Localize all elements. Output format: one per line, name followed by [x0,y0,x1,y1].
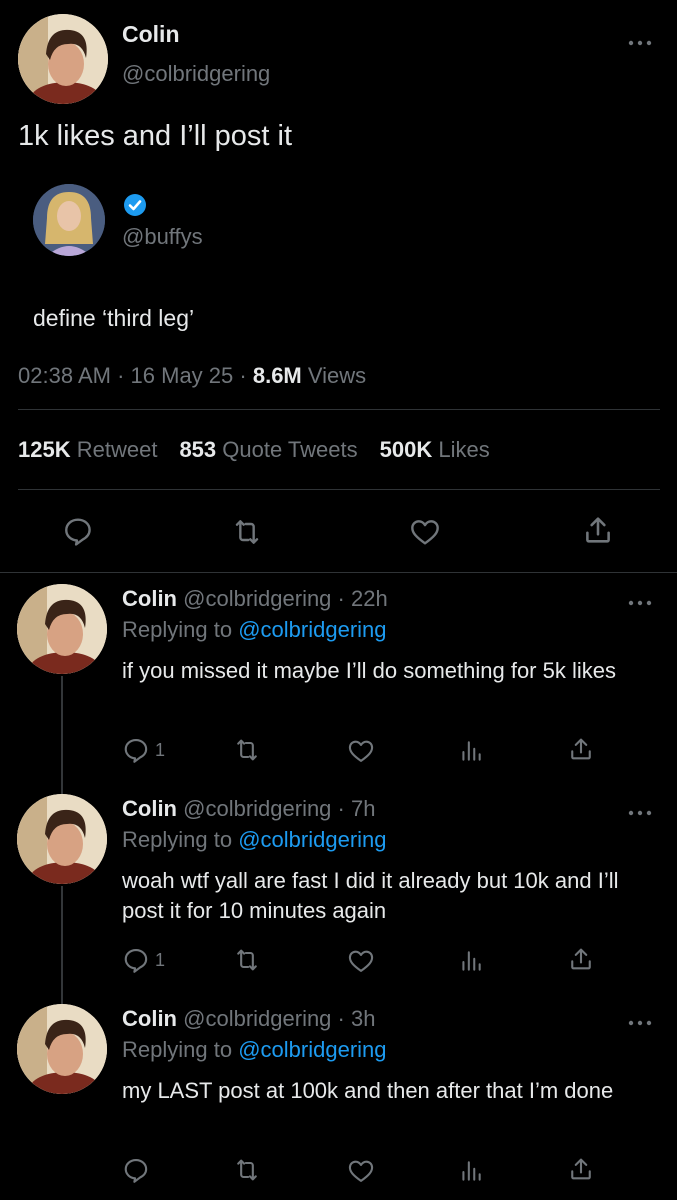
author-name[interactable]: Colin [122,1006,177,1031]
share-icon[interactable] [567,1155,595,1183]
reply-time[interactable]: 3h [351,1006,375,1031]
views-label[interactable]: Views [308,363,366,388]
meta-separator: · [337,1006,345,1031]
quoted-text: define ‘third leg’ [33,305,195,331]
more-options-icon[interactable] [628,36,652,47]
share-icon[interactable] [567,735,595,763]
replying-to: Replying to @colbridgering [122,827,387,853]
reply-count: 1 [155,950,166,970]
author-avatar[interactable] [17,584,107,674]
meta-separator: · [337,796,345,821]
author-avatar[interactable] [18,14,108,104]
retweets-count: 125K [18,437,71,462]
quotes-count: 853 [179,437,217,462]
replying-to-label: Replying to [122,617,233,642]
tweet-stats: 125K Retweet 853 Quote Tweets 500K Likes [18,437,490,463]
heart-icon[interactable] [408,516,442,548]
reply-icon[interactable] [122,736,150,764]
quoted-avatar[interactable] [33,184,105,256]
reply-time[interactable]: 7h [351,796,375,821]
reply-icon[interactable] [62,515,94,547]
views-icon[interactable] [458,737,484,765]
replying-to-handle[interactable]: @colbridgering [238,1037,386,1062]
tweet-text: 1k likes and I’ll post it [18,120,293,152]
meta-separator: · [239,363,247,388]
more-options-icon[interactable] [628,1016,652,1027]
heart-icon[interactable] [346,947,376,975]
likes-stat[interactable]: 500K Likes [380,437,490,462]
reply-text: woah wtf yall are fast I did it already … [122,868,619,923]
thread-connector [61,676,63,794]
retweets-label: Retweet [76,437,158,462]
quoted-handle[interactable]: @buffys [122,224,203,250]
reply-text: my LAST post at 100k and then after that… [122,1078,614,1103]
thread-connector [61,886,63,1004]
retweet-icon[interactable] [232,1156,262,1184]
retweets-stat[interactable]: 125K Retweet [18,437,157,462]
tweet-date: 16 May 25 [130,363,234,388]
author-name[interactable]: Colin [122,796,177,821]
author-avatar[interactable] [17,794,107,884]
replying-to-handle[interactable]: @colbridgering [238,827,386,852]
quotes-stat[interactable]: 853 Quote Tweets [179,437,357,462]
author-handle[interactable]: @colbridgering [183,796,331,821]
quotes-label: Quote Tweets [222,437,358,462]
replying-to-label: Replying to [122,827,233,852]
retweet-icon[interactable] [232,946,262,974]
heart-icon[interactable] [346,737,376,765]
reply-icon[interactable] [122,946,150,974]
more-options-icon[interactable] [628,596,652,607]
share-icon[interactable] [581,513,615,547]
views-count[interactable]: 8.6M [253,363,302,388]
reply-header: Colin @colbridgering · 3h [122,1006,375,1032]
replying-to: Replying to @colbridgering [122,1037,387,1063]
likes-label: Likes [438,437,490,462]
tweet-time: 02:38 AM [18,363,111,388]
divider [18,489,660,490]
meta-separator: · [337,586,345,611]
likes-count: 500K [379,437,433,462]
views-icon[interactable] [458,947,484,975]
replying-to-handle[interactable]: @colbridgering [238,617,386,642]
author-handle[interactable]: @colbridgering [183,1006,331,1031]
verified-badge-icon [123,193,147,217]
author-avatar[interactable] [17,1004,107,1094]
reply-time[interactable]: 22h [351,586,388,611]
reply-count: 1 [155,740,166,760]
author-handle[interactable]: @colbridgering [122,61,270,87]
divider [0,572,677,573]
reply-header: Colin @colbridgering · 22h [122,586,388,612]
meta-separator: · [117,363,125,388]
reply-text: if you missed it maybe I’ll do something… [122,658,616,683]
reply-icon[interactable] [122,1156,150,1184]
more-options-icon[interactable] [628,806,652,817]
author-name[interactable]: Colin [122,21,180,48]
reply-header: Colin @colbridgering · 7h [122,796,375,822]
heart-icon[interactable] [346,1157,376,1185]
replying-to-label: Replying to [122,1037,233,1062]
divider [18,409,660,410]
retweet-icon[interactable] [230,516,264,548]
tweet-meta: 02:38 AM · 16 May 25 · 8.6M Views [18,363,366,389]
share-icon[interactable] [567,945,595,973]
author-name[interactable]: Colin [122,586,177,611]
views-icon[interactable] [458,1157,484,1185]
replying-to: Replying to @colbridgering [122,617,387,643]
retweet-icon[interactable] [232,736,262,764]
author-handle[interactable]: @colbridgering [183,586,331,611]
